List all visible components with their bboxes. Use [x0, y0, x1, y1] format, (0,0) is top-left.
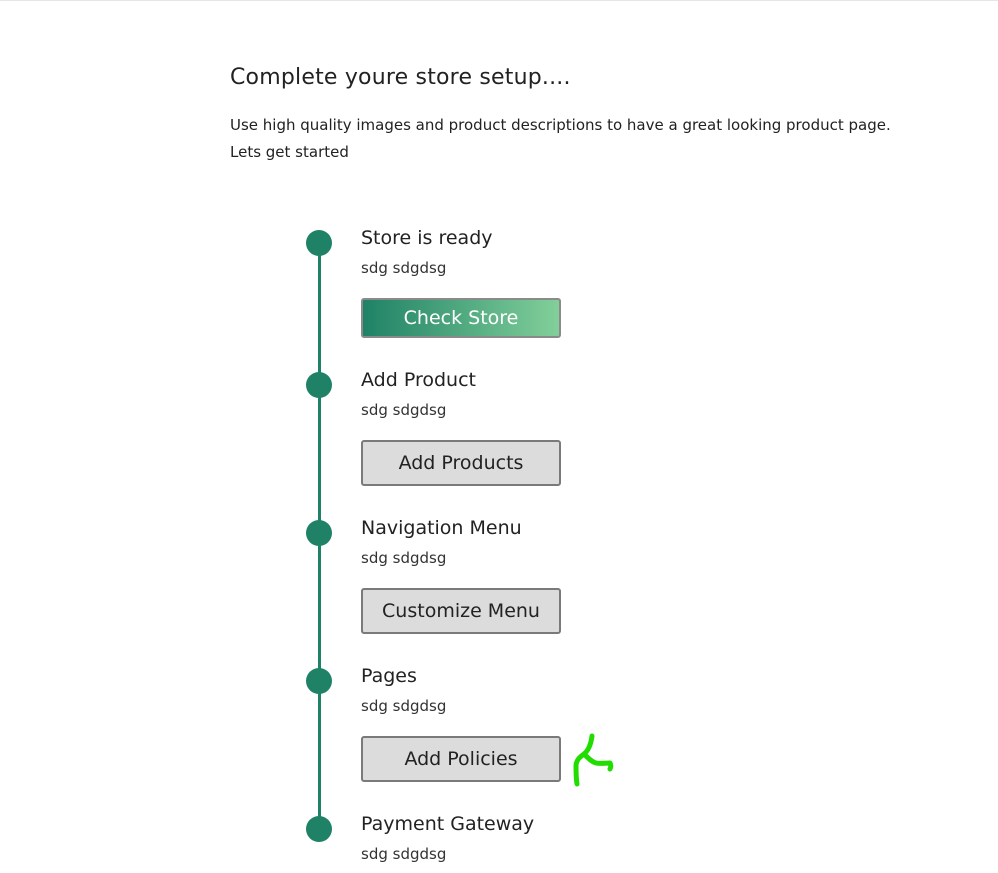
timeline-dot-payment-gateway: [306, 816, 332, 842]
add-policies-button[interactable]: Add Policies: [361, 736, 561, 782]
step-subtitle: sdg sdgdsg: [361, 697, 447, 715]
step-title: Store is ready: [361, 227, 493, 249]
top-divider: [0, 0, 998, 1]
intro-line-2: Lets get started: [230, 143, 349, 161]
timeline-dot-add-product: [306, 372, 332, 398]
step-title: Pages: [361, 665, 417, 687]
step-pages: Pages sdg sdgdsg Add Policies: [361, 664, 761, 782]
step-store-ready: Store is ready sdg sdgdsg Check Store: [361, 226, 761, 338]
step-title: Add Product: [361, 369, 476, 391]
annotation-arrow-icon: [573, 733, 614, 787]
check-store-button[interactable]: Check Store: [361, 298, 561, 338]
step-title: Payment Gateway: [361, 813, 535, 835]
step-payment-gateway: Payment Gateway sdg sdgdsg: [361, 812, 761, 864]
timeline-dot-store-ready: [306, 230, 332, 256]
intro-line-1: Use high quality images and product desc…: [230, 116, 891, 134]
step-subtitle: sdg sdgdsg: [361, 259, 447, 277]
step-subtitle: sdg sdgdsg: [361, 845, 447, 863]
customize-menu-button[interactable]: Customize Menu: [361, 588, 561, 634]
intro-text: Use high quality images and product desc…: [230, 112, 970, 166]
step-subtitle: sdg sdgdsg: [361, 401, 447, 419]
timeline-dot-pages: [306, 668, 332, 694]
step-add-product: Add Product sdg sdgdsg Add Products: [361, 368, 761, 486]
setup-header: Complete youre store setup.... Use high …: [230, 62, 970, 166]
timeline-dot-navigation-menu: [306, 520, 332, 546]
add-products-button[interactable]: Add Products: [361, 440, 561, 486]
step-navigation-menu: Navigation Menu sdg sdgdsg Customize Men…: [361, 516, 761, 634]
step-subtitle: sdg sdgdsg: [361, 549, 447, 567]
page-title: Complete youre store setup....: [230, 65, 571, 90]
step-title: Navigation Menu: [361, 517, 522, 539]
